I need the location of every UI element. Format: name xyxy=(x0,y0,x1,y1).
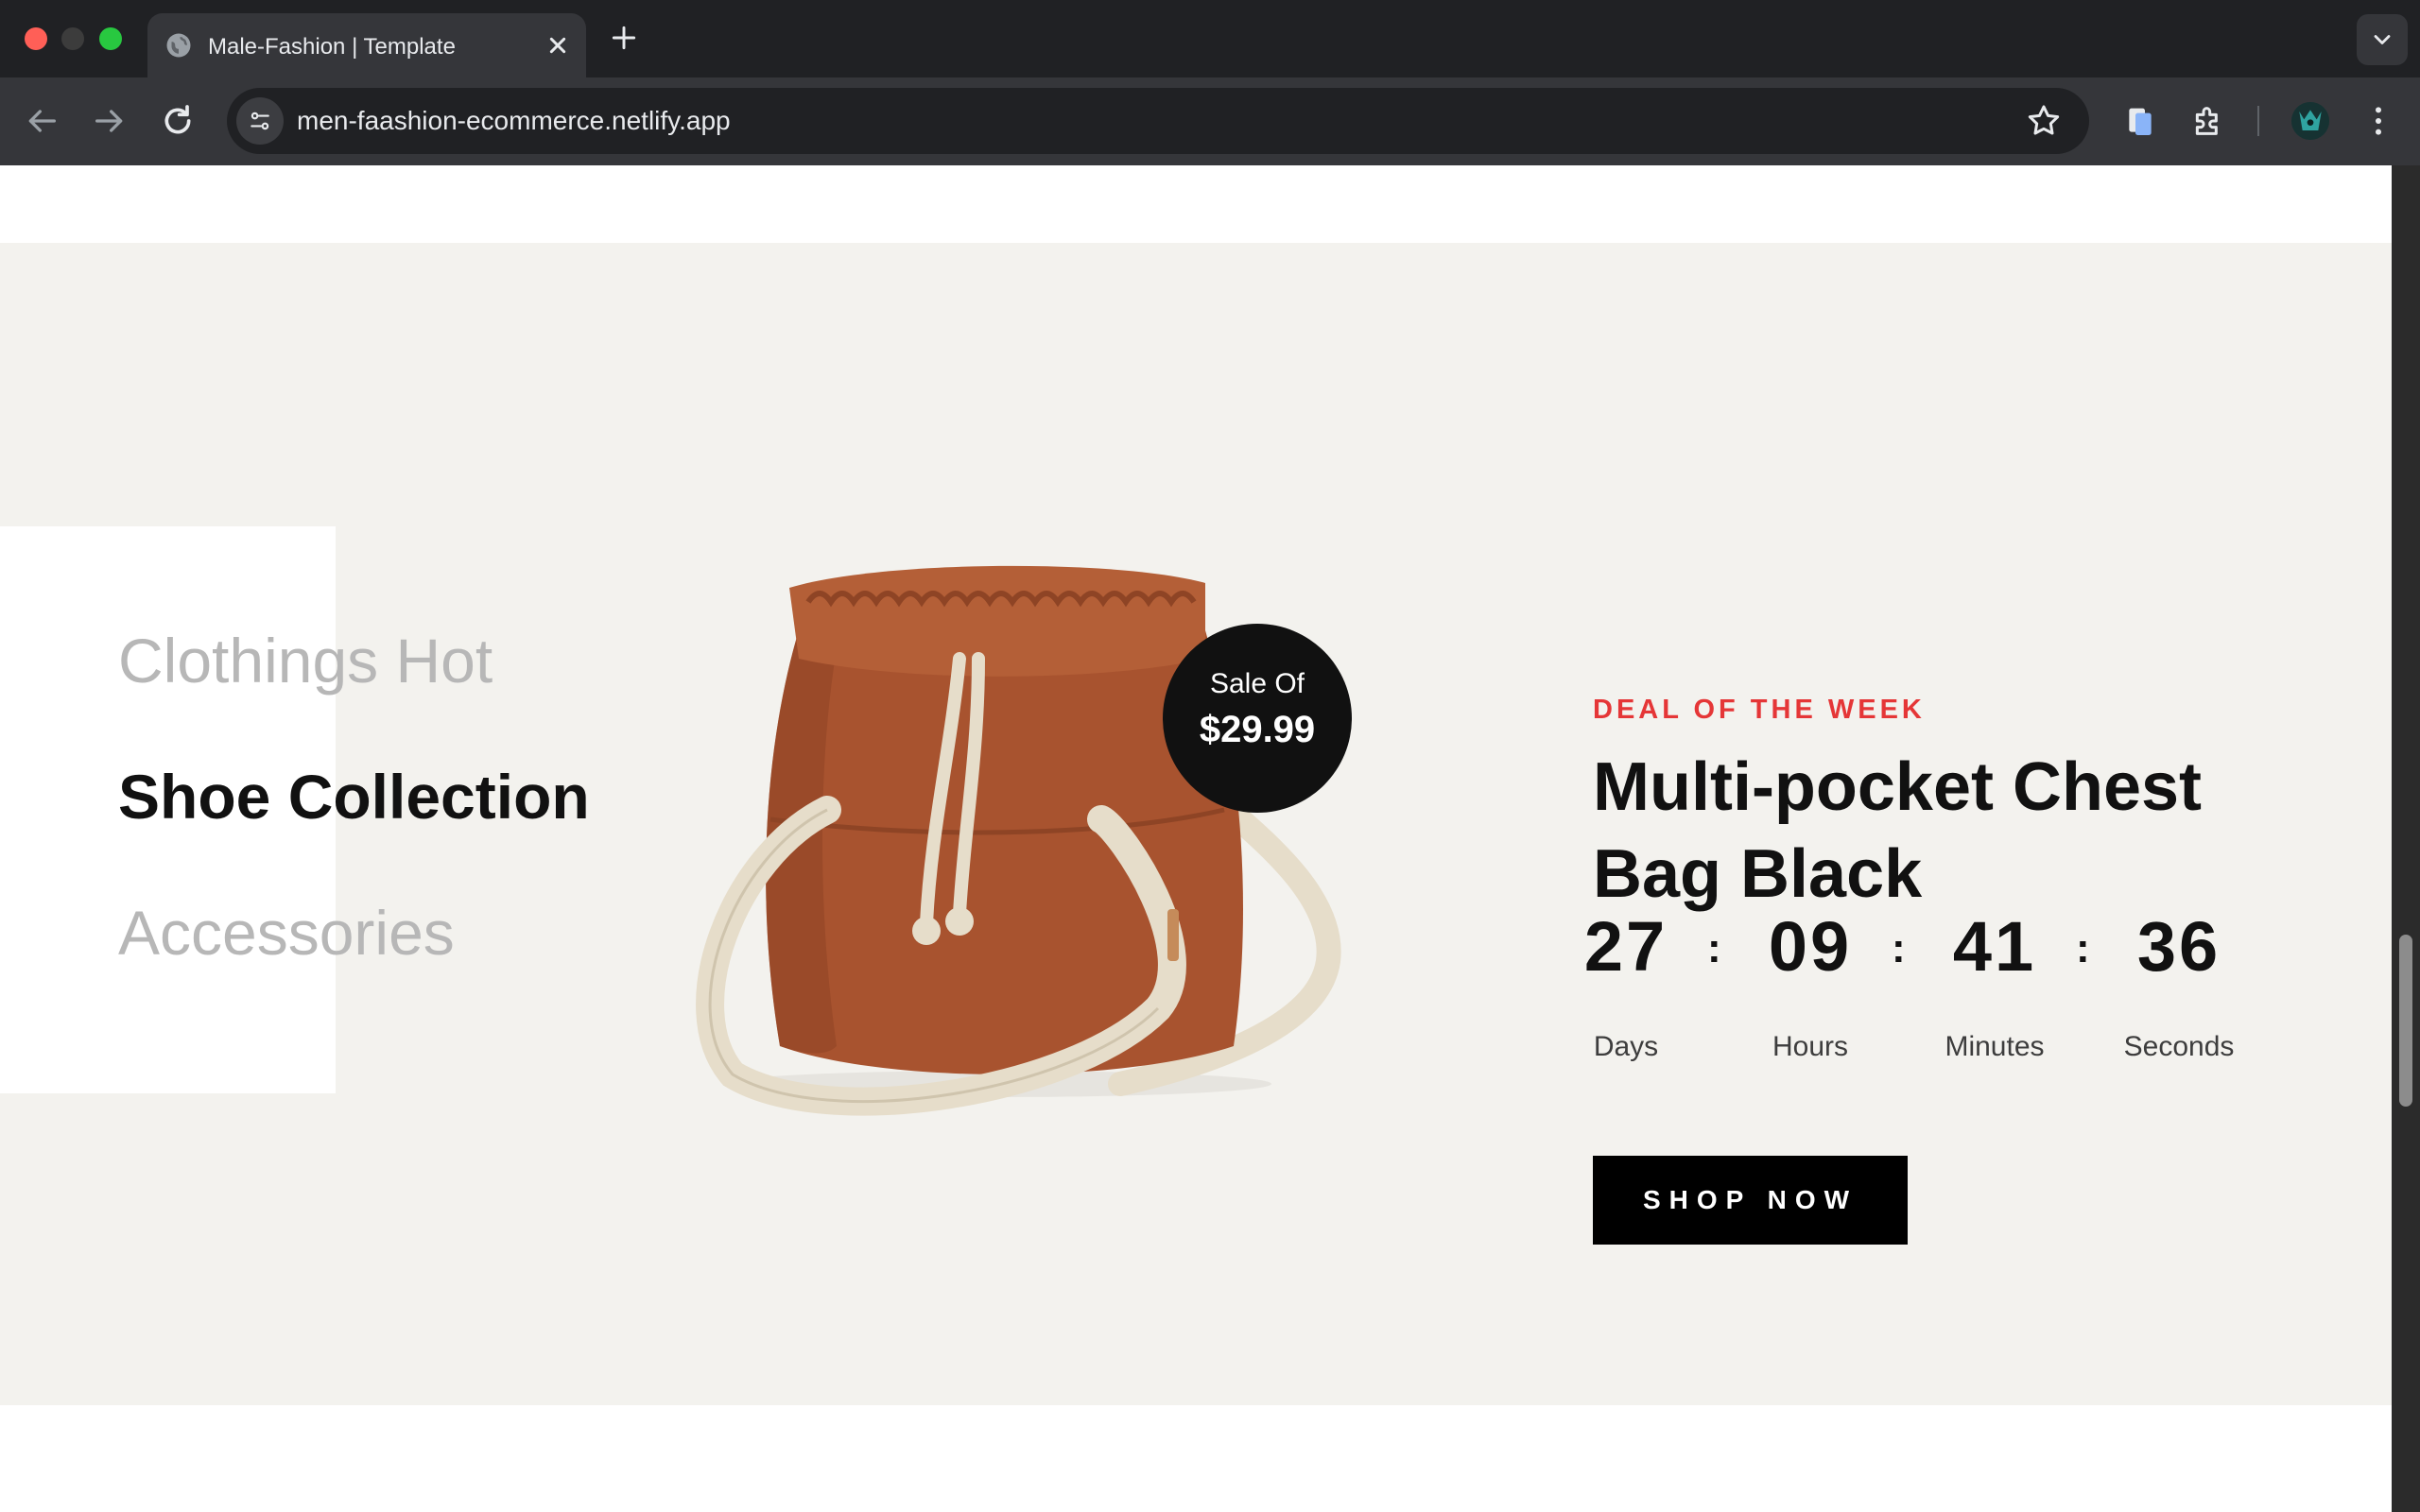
countdown-seconds: 36 Seconds xyxy=(2122,904,2236,1063)
profile-avatar-icon xyxy=(2291,102,2329,140)
shop-now-button[interactable]: SHOP NOW xyxy=(1593,1156,1908,1245)
category-shoe-collection[interactable]: Shoe Collection xyxy=(118,763,590,831)
countdown-timer: 27 Days : 09 Hours : 41 Minutes : 36 Sec… xyxy=(1569,904,2316,1062)
maximize-window-button[interactable] xyxy=(99,27,122,50)
browser-toolbar: men-faashion-ecommerce.netlify.app xyxy=(0,77,2420,165)
tab-strip: Male-Fashion | Template xyxy=(0,0,2420,77)
reload-icon[interactable] xyxy=(159,102,197,140)
tab-search-button[interactable] xyxy=(2357,14,2408,65)
tune-icon xyxy=(251,112,269,130)
chevron-down-icon xyxy=(2374,35,2391,44)
countdown-days: 27 Days xyxy=(1569,904,1683,1063)
puzzle-icon[interactable] xyxy=(2189,102,2227,140)
browser-chrome: Male-Fashion | Template men-faashion-eco… xyxy=(0,0,2420,165)
countdown-hours-label: Hours xyxy=(1772,1031,1849,1062)
profile-avatar[interactable] xyxy=(2291,102,2329,140)
page-scrollbar[interactable] xyxy=(2392,165,2420,1512)
deal-of-the-week-section: Clothings Hot Shoe Collection Accessorie… xyxy=(0,243,2392,1405)
globe-icon xyxy=(166,33,191,58)
sale-price: $29.99 xyxy=(1199,709,1316,750)
clipboard-icon[interactable] xyxy=(2121,102,2159,140)
deal-product-title: Multi-pocket Chest Bag Black xyxy=(1593,749,2203,912)
countdown-hours-value: 09 xyxy=(1768,907,1853,986)
countdown-separator: : xyxy=(1707,925,1721,971)
sale-label: Sale Of xyxy=(1209,668,1305,699)
minimize-window-button[interactable] xyxy=(61,27,84,50)
countdown-days-label: Days xyxy=(1593,1031,1659,1062)
toolbar-divider xyxy=(2257,106,2259,136)
close-icon[interactable] xyxy=(543,30,573,60)
plus-icon[interactable] xyxy=(609,23,639,53)
product-bag-image xyxy=(696,565,1341,1116)
countdown-separator: : xyxy=(1892,925,1906,971)
countdown-seconds-label: Seconds xyxy=(2123,1031,2235,1062)
countdown-minutes-value: 41 xyxy=(1952,907,2037,986)
sale-badge: Sale Of $29.99 xyxy=(1163,624,1352,813)
tab-title: Male-Fashion | Template xyxy=(208,34,456,60)
browser-tab-active[interactable]: Male-Fashion | Template xyxy=(147,13,586,77)
category-accessories[interactable]: Accessories xyxy=(118,899,590,967)
countdown-minutes: 41 Minutes xyxy=(1938,904,2051,1063)
countdown-separator: : xyxy=(2076,925,2090,971)
forward-arrow-icon[interactable] xyxy=(91,102,129,140)
close-window-button[interactable] xyxy=(25,27,47,50)
kebab-menu-icon[interactable] xyxy=(2360,102,2397,140)
category-list: Clothings Hot Shoe Collection Accessorie… xyxy=(118,627,590,967)
countdown-seconds-value: 36 xyxy=(2136,907,2221,986)
countdown-minutes-label: Minutes xyxy=(1945,1031,2045,1062)
deal-label: DEAL OF THE WEEK xyxy=(1593,695,1926,725)
site-info-button[interactable] xyxy=(236,97,284,145)
url-text[interactable]: men-faashion-ecommerce.netlify.app xyxy=(297,106,731,136)
star-icon[interactable] xyxy=(2025,102,2063,140)
category-clothings-hot[interactable]: Clothings Hot xyxy=(118,627,590,695)
scrollbar-thumb[interactable] xyxy=(2399,935,2412,1107)
back-arrow-icon[interactable] xyxy=(23,102,60,140)
countdown-hours: 09 Hours xyxy=(1754,904,1867,1063)
page-viewport: Clothings Hot Shoe Collection Accessorie… xyxy=(0,165,2392,1512)
countdown-days-value: 27 xyxy=(1583,907,1668,986)
address-bar[interactable]: men-faashion-ecommerce.netlify.app xyxy=(227,88,2089,154)
